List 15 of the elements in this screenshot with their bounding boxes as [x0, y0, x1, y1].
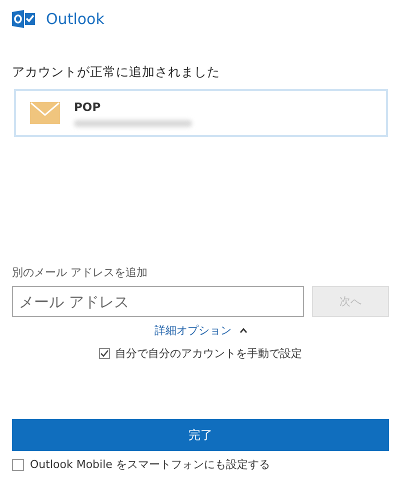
email-field[interactable]: メール アドレス [12, 286, 304, 317]
account-type: POP [74, 100, 102, 114]
envelope-icon [30, 102, 60, 124]
checkbox[interactable] [12, 458, 24, 470]
account-card[interactable]: POP [14, 89, 388, 137]
status-message: アカウントが正常に追加されました [12, 64, 220, 81]
checkbox[interactable] [99, 348, 110, 359]
checkbox-label: Outlook Mobile をスマートフォンにも設定する [30, 457, 270, 472]
done-button[interactable]: 完了 [12, 419, 389, 451]
field-label: 別のメール アドレスを追加 [12, 265, 148, 280]
outlook-logo-icon [12, 10, 36, 28]
app-title: Outlook [46, 10, 104, 28]
caret-icon [240, 328, 246, 333]
checkbox-label: 自分で自分のアカウントを手動で設定 [115, 346, 302, 361]
advanced-options-link[interactable]: 詳細オプション [154, 323, 246, 338]
